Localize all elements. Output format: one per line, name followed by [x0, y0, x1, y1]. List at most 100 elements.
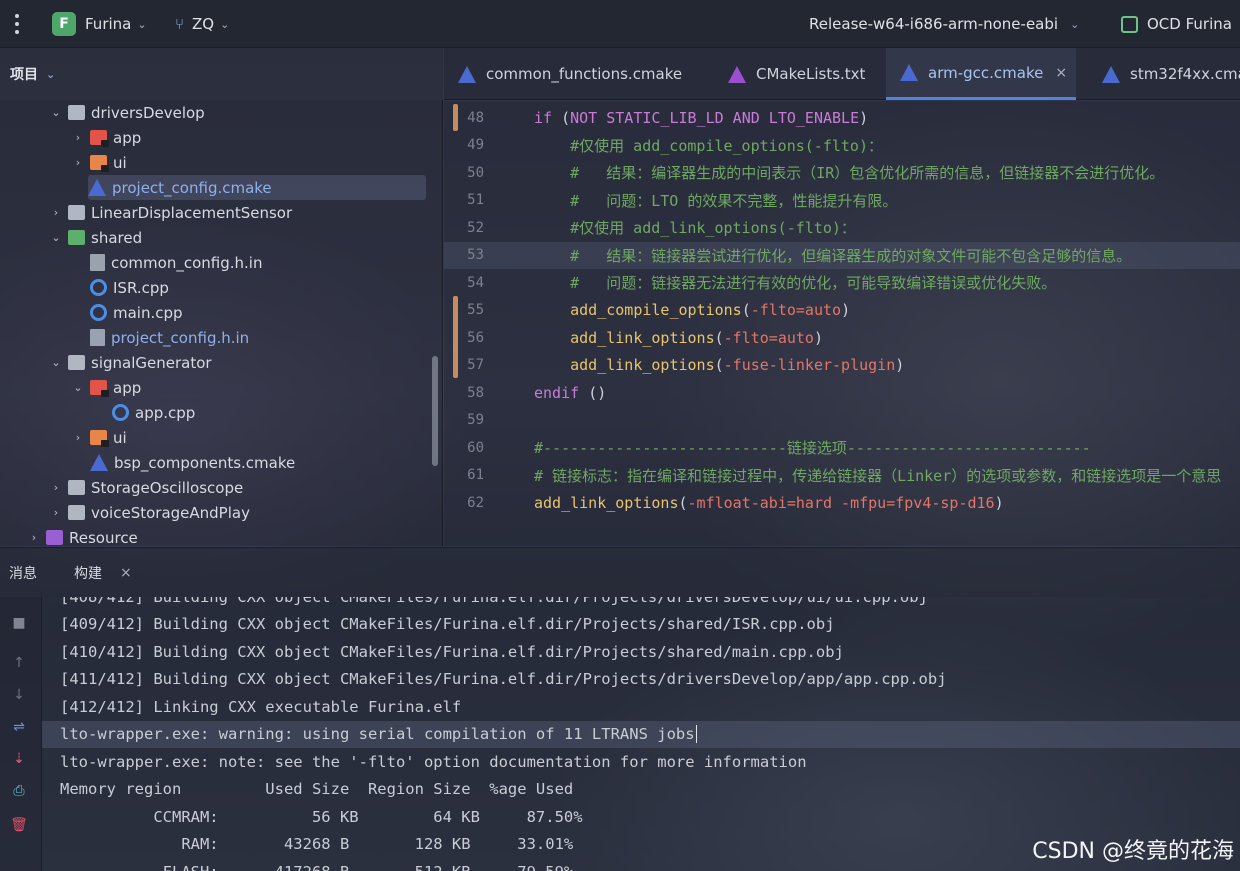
tree-item[interactable]: › ui [70, 425, 127, 450]
tree-scrollbar[interactable] [432, 356, 438, 466]
console-text: [410/412] Building CXX object CMakeFiles… [60, 642, 844, 661]
code-line[interactable]: 54 # 问题：链接器无法进行有效的优化，可能导致编译错误或优化失败。 [444, 269, 1240, 296]
resource-folder-icon [46, 530, 63, 545]
close-icon[interactable]: × [120, 565, 132, 581]
tree-item-label: driversDevelop [91, 103, 205, 122]
code-token: ( [714, 356, 724, 374]
tree-item[interactable]: ⌄ driversDevelop [48, 100, 205, 125]
code-editor[interactable]: 48 if (NOT STATIC_LIB_LD AND LTO_ENABLE) 4… [444, 101, 1240, 546]
chevron-down-icon[interactable]: ⌄ [48, 106, 64, 119]
folder-icon [68, 480, 85, 495]
tree-item[interactable]: common_config.h.in [70, 250, 262, 275]
chevron-down-icon[interactable]: ⌄ [48, 356, 64, 369]
chevron-down-icon[interactable]: ⌄ [70, 381, 86, 394]
line-number: 59 [467, 412, 484, 428]
folder-icon [68, 230, 85, 245]
print-icon[interactable]: ⎙ [10, 783, 28, 799]
code-line[interactable]: 57 add_link_options(-fuse-linker-plugin) [444, 352, 1240, 379]
tab-arm-gcc-cmake[interactable]: arm-gcc.cmake × [886, 48, 1076, 100]
code-token: add_link_options [534, 493, 679, 512]
tree-item[interactable]: project_config.h.in [70, 325, 249, 350]
code-line[interactable]: 51 # 问题：LTO 的效果不完整，性能提升有限。 [444, 187, 1240, 214]
chevron-right-icon[interactable]: › [48, 506, 64, 519]
code-token: NOT STATIC_LIB_LD AND LTO_ENABLE [570, 108, 860, 127]
chevron-right-icon[interactable]: › [48, 206, 64, 219]
code-line[interactable]: 55 add_compile_options(-flto=auto) [444, 297, 1240, 324]
code-line[interactable]: 60 #---------------------------链接选项------… [444, 434, 1240, 461]
tree-item[interactable]: › ui [70, 150, 127, 175]
branch-selector[interactable]: ⑂ ZQ ⌄ [175, 0, 229, 48]
tool-window-tabs: 消息 构建 × [0, 547, 1240, 597]
trash-icon[interactable]: 🗑 [10, 817, 28, 833]
project-badge: F [52, 12, 76, 36]
code-text: add_link_options(-flto=auto) [534, 329, 823, 347]
change-marker[interactable] [453, 296, 458, 378]
cmake-icon [88, 179, 106, 196]
tree-item[interactable]: ⌄ signalGenerator [48, 350, 211, 375]
tree-item[interactable]: ⌄ shared [48, 225, 142, 250]
project-selector[interactable]: F Furina ⌄ [52, 0, 147, 48]
line-number: 55 [467, 302, 484, 318]
console-text: [408/412] Building CXX object CMakeFiles… [60, 597, 928, 606]
chevron-right-icon[interactable]: › [26, 531, 42, 544]
tree-item[interactable]: app.cpp [92, 400, 195, 425]
tab-common-functions-cmake[interactable]: common_functions.cmake [458, 48, 682, 100]
code-line[interactable]: 53 # 结果：链接器尝试进行优化，但编译器生成的对象文件可能不包含足够的信息。 [444, 241, 1240, 269]
tree-item[interactable]: project_config.cmake [88, 175, 426, 200]
console-line: FLASH: 417268 B 512 KB 79.59% [60, 858, 574, 871]
tab-build[interactable]: 构建 × [74, 548, 132, 598]
console-text: [411/412] Building CXX object CMakeFiles… [60, 670, 947, 688]
code-line[interactable]: 48 if (NOT STATIC_LIB_LD AND LTO_ENABLE) [444, 104, 1240, 131]
code-line[interactable]: 49 #仅使用 add_compile_options(-flto)： [444, 132, 1240, 159]
chevron-right-icon[interactable]: › [70, 131, 86, 144]
console-text: lto-wrapper.exe: warning: using serial c… [60, 725, 695, 743]
tree-item[interactable]: ISR.cpp [70, 275, 169, 300]
title-bar: F Furina ⌄ ⑂ ZQ ⌄ Release-w64-i686-arm-n… [0, 0, 1240, 48]
tree-item-label: main.cpp [113, 303, 183, 322]
chevron-right-icon[interactable]: › [70, 431, 86, 444]
code-line[interactable]: 61 # 链接标志：指在编译和链接过程中，传递给链接器（Linker）的选项或参数… [444, 462, 1240, 489]
chevron-right-icon[interactable]: › [70, 156, 86, 169]
scroll-to-end-icon[interactable]: ⇣ [10, 751, 28, 767]
console-text: Memory region Used Size Region Size %age… [60, 780, 574, 798]
code-line[interactable]: 62 add_link_options(-mfloat-abi=hard -mfp… [444, 489, 1240, 516]
console-line: [409/412] Building CXX object CMakeFiles… [60, 611, 835, 638]
main-menu-icon[interactable] [10, 0, 24, 48]
change-marker[interactable] [453, 104, 458, 131]
tree-item[interactable]: › StorageOscilloscope [48, 475, 243, 500]
tab-messages[interactable]: 消息 [9, 548, 37, 598]
tree-item[interactable]: bsp_components.cmake [70, 450, 295, 475]
tree-item[interactable]: main.cpp [70, 300, 183, 325]
code-line[interactable]: 56 add_link_options(-flto=auto) [444, 324, 1240, 351]
tree-item-label: app [113, 378, 142, 397]
build-console[interactable]: [408/412] Building CXX object CMakeFiles… [42, 597, 1240, 871]
arrow-up-icon[interactable]: ↑ [10, 655, 28, 671]
tree-item[interactable]: ⌄ app [70, 375, 141, 400]
console-line: RAM: 43268 B 128 KB 33.01% [60, 831, 573, 858]
project-panel-header[interactable]: 项目 ⌄ [0, 48, 443, 100]
tab-cmakelists-txt[interactable]: CMakeLists.txt [728, 48, 865, 100]
code-line[interactable]: 52 #仅使用 add_link_options(-flto)： [444, 214, 1240, 241]
folder-icon [68, 505, 85, 520]
project-tree: ⌄ driversDevelop › app › ui project_config.cma… [0, 100, 443, 547]
code-line[interactable]: 59 [444, 407, 1240, 434]
run-target-selector[interactable]: OCD Furina [1121, 0, 1232, 48]
close-icon[interactable]: × [1055, 65, 1067, 81]
tree-item[interactable]: › voiceStorageAndPlay [48, 500, 250, 525]
code-line[interactable]: 50 # 结果：编译器生成的中间表示（IR）包含优化所需的信息，但链接器不会进行… [444, 159, 1240, 186]
code-line[interactable]: 58 endif () [444, 379, 1240, 406]
code-text: # 链接标志：指在编译和链接过程中，传递给链接器（Linker）的选项或参数，和… [534, 465, 1221, 486]
tab-stm32f4xx-cmake[interactable]: stm32f4xx.cmake [1102, 48, 1240, 100]
chevron-down-icon[interactable]: ⌄ [48, 231, 64, 244]
code-token: add_compile_options [534, 301, 742, 319]
tree-item[interactable]: › LinearDisplacementSensor [48, 200, 292, 225]
chevron-down-icon: ⌄ [46, 67, 56, 81]
soft-wrap-icon[interactable]: ⇌ [10, 719, 28, 735]
chevron-right-icon[interactable]: › [48, 481, 64, 494]
console-text: CCMRAM: 56 KB 64 KB 87.50% [60, 807, 583, 826]
console-line: lto-wrapper.exe: note: see the '-flto' o… [60, 748, 807, 775]
arrow-down-icon[interactable]: ↓ [10, 687, 28, 703]
build-config-selector[interactable]: Release-w64-i686-arm-none-eabi ⌄ [809, 0, 1079, 48]
tree-item[interactable]: › app [70, 125, 141, 150]
stop-icon[interactable]: ■ [10, 615, 28, 631]
